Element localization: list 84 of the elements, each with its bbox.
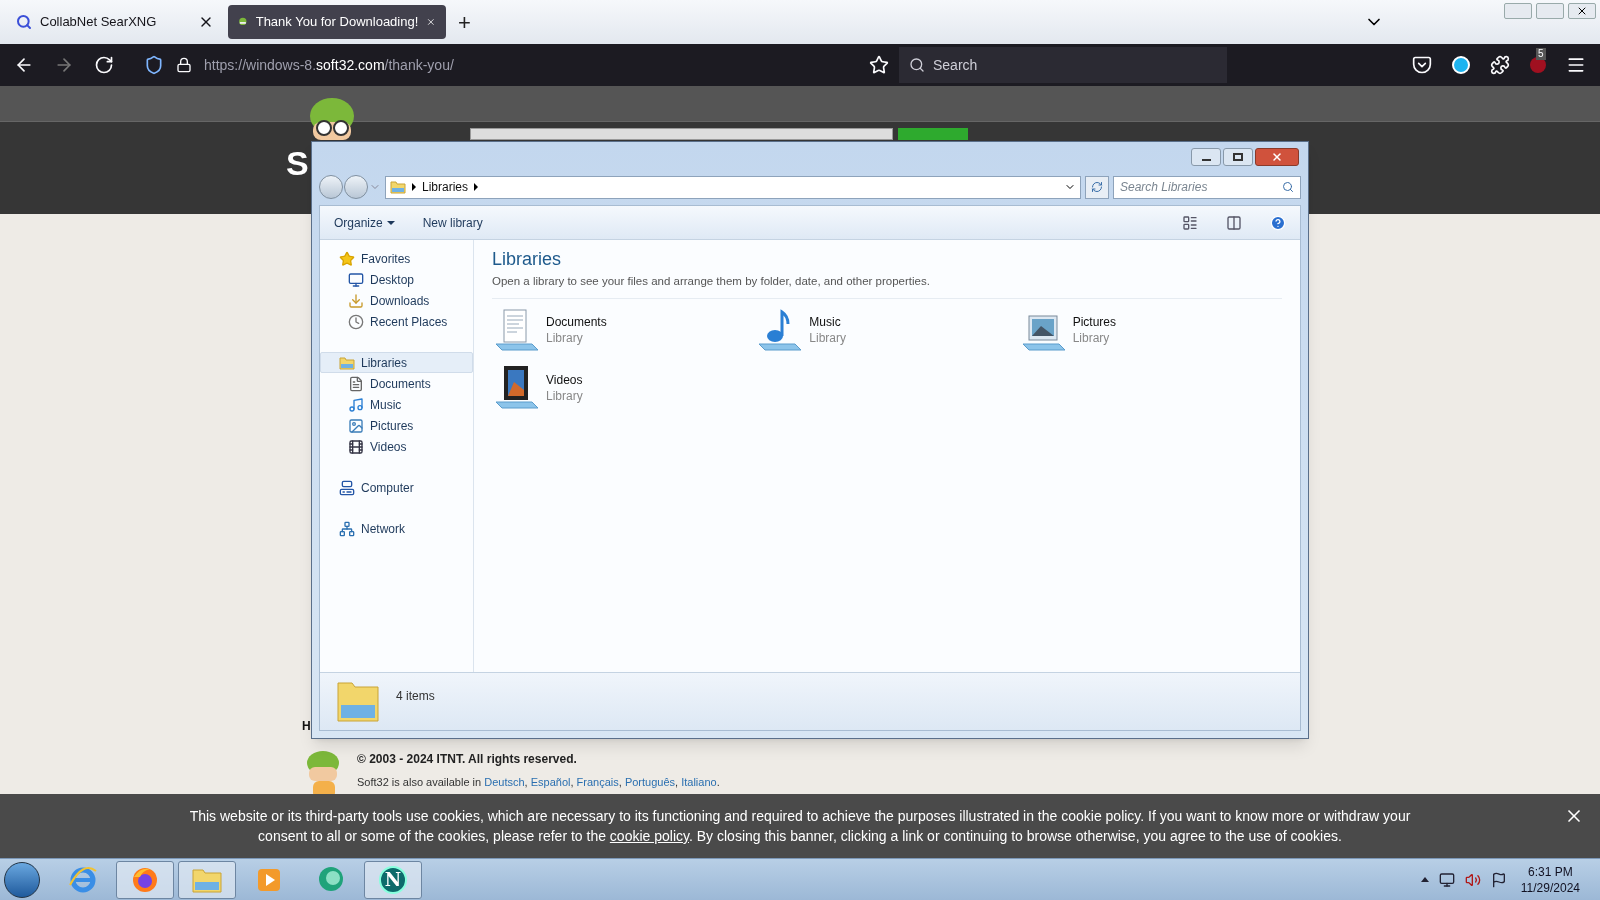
breadcrumb-separator-icon bbox=[474, 183, 479, 191]
clock[interactable]: 6:31 PM 11/29/2024 bbox=[1520, 863, 1580, 896]
search-field[interactable]: Search bbox=[899, 47, 1227, 83]
site-logo-letter: S bbox=[286, 146, 309, 180]
monitor-icon bbox=[348, 271, 364, 288]
extension-badge: 5 bbox=[1536, 48, 1546, 60]
taskbar-app[interactable]: N bbox=[364, 860, 422, 899]
taskbar-app[interactable] bbox=[116, 860, 174, 899]
nav-tree-item[interactable]: Computer bbox=[320, 477, 473, 498]
lock-icon bbox=[176, 57, 192, 73]
start-button[interactable] bbox=[4, 861, 40, 898]
breadcrumb-separator-icon bbox=[412, 183, 416, 191]
bookmark-star-icon[interactable] bbox=[869, 55, 889, 75]
browser-e-icon bbox=[68, 864, 98, 895]
minimize-button[interactable] bbox=[1191, 148, 1221, 166]
toolbar-button[interactable]: Organize bbox=[334, 213, 395, 232]
browser-tab[interactable]: CollabNet SearXNG bbox=[6, 5, 224, 39]
forward-button[interactable] bbox=[344, 175, 368, 199]
folder-icon bbox=[390, 179, 406, 195]
image-icon bbox=[348, 417, 364, 434]
preview-pane-icon[interactable] bbox=[1226, 214, 1242, 231]
library-heading: Libraries bbox=[492, 248, 563, 271]
reload-icon[interactable] bbox=[94, 55, 114, 75]
library-description: Open a library to see your files and arrange them by folder, date, and other properties. bbox=[492, 273, 1282, 300]
network-icon bbox=[339, 520, 355, 537]
languages-text: Soft32 is also available in Deutsch, Español, Français, Português, Italiano. bbox=[357, 775, 720, 790]
library-item[interactable]: Pictures Library bbox=[1018, 305, 1282, 356]
maximize-button[interactable] bbox=[1223, 148, 1253, 166]
search-icon bbox=[16, 14, 32, 30]
music-note-icon bbox=[348, 396, 364, 413]
document-icon bbox=[348, 375, 364, 392]
show-hidden-icon[interactable] bbox=[1420, 877, 1429, 882]
cookie-notice-text: This website or its third-party tools use cookies, which are necessary to its functioning and required to achieve the purposes illustrated in the cookie policy. If you want to know more or withdraw your consent to all or some of the cookies, please refer to the cookie policy. By closing this banner, clicking a link or continuing to browse otherwise, you agree to the use of cookies. bbox=[188, 807, 1412, 846]
toolbar-button[interactable]: New library bbox=[422, 213, 483, 232]
nav-tree-item[interactable]: Documents bbox=[320, 373, 473, 394]
address-bar[interactable]: Libraries bbox=[385, 175, 1081, 199]
flag-icon[interactable] bbox=[1490, 871, 1507, 888]
close-button[interactable] bbox=[1568, 3, 1596, 19]
library-item[interactable]: Documents Library bbox=[492, 305, 756, 356]
account-icon[interactable] bbox=[1452, 56, 1470, 74]
back-button[interactable] bbox=[319, 175, 343, 199]
nav-tree-item[interactable]: Network bbox=[320, 518, 473, 539]
library-item[interactable]: Videos Library bbox=[492, 363, 756, 414]
nav-tree-item[interactable]: Pictures bbox=[320, 415, 473, 436]
film-icon bbox=[348, 438, 364, 455]
copyright-text: © 2003 - 2024 ITNT. All rights reserved. bbox=[357, 751, 578, 768]
extensions-icon[interactable] bbox=[1490, 55, 1510, 75]
nav-tree-item[interactable]: Desktop bbox=[320, 269, 473, 290]
cookie-policy-link[interactable]: cookie policy bbox=[609, 828, 689, 844]
menu-icon[interactable] bbox=[1566, 55, 1586, 75]
refresh-button[interactable] bbox=[1085, 175, 1109, 199]
cut-heading-letter: H bbox=[302, 718, 311, 735]
status-text: 4 items bbox=[396, 688, 435, 705]
shield-icon bbox=[144, 55, 164, 75]
nav-tree-item[interactable]: Downloads bbox=[320, 290, 473, 311]
search-field[interactable]: Search Libraries bbox=[1113, 175, 1301, 199]
search-icon bbox=[909, 57, 925, 73]
breadcrumb-item[interactable]: Libraries bbox=[422, 178, 469, 196]
computer-icon bbox=[339, 479, 355, 496]
close-icon bbox=[1576, 5, 1588, 17]
browser-tab[interactable]: Thank You for Downloading! bbox=[228, 5, 446, 39]
nav-tree-item[interactable]: Recent Places bbox=[320, 311, 473, 332]
star-icon bbox=[339, 250, 355, 267]
network-status-icon[interactable] bbox=[1438, 871, 1455, 888]
pocket-icon[interactable] bbox=[1412, 55, 1432, 75]
close-icon bbox=[1271, 151, 1283, 163]
new-tab-button[interactable]: + bbox=[448, 5, 481, 39]
view-options-icon[interactable] bbox=[1182, 214, 1198, 231]
help-icon[interactable] bbox=[1270, 214, 1286, 231]
folder-icon bbox=[339, 354, 355, 371]
library-item[interactable]: Music Library bbox=[755, 305, 1019, 356]
download-icon bbox=[348, 292, 364, 309]
language-link[interactable]: Français bbox=[576, 776, 619, 788]
nav-tree-item[interactable]: Favorites bbox=[320, 248, 473, 269]
search-icon bbox=[1282, 181, 1294, 193]
netscape-logo: N bbox=[379, 865, 407, 894]
language-link[interactable]: Italiano bbox=[681, 776, 717, 788]
language-link[interactable]: Deutsch bbox=[484, 776, 525, 788]
taskbar-app[interactable] bbox=[178, 860, 236, 899]
clock-icon bbox=[348, 313, 364, 330]
nav-tree-item[interactable]: Music bbox=[320, 394, 473, 415]
nav-tree-item[interactable]: Libraries bbox=[320, 352, 473, 373]
refresh-icon bbox=[1091, 181, 1103, 193]
nav-tree-item[interactable]: Videos bbox=[320, 436, 473, 457]
